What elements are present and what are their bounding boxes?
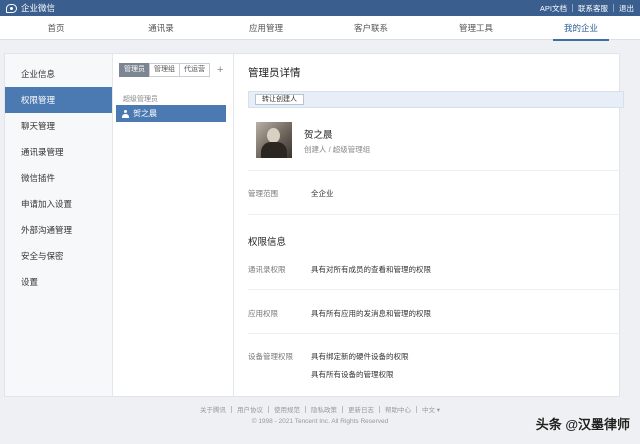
user-name: 贺之晨	[304, 130, 333, 141]
admin-detail: 管理员详情 转让创建人 贺之晨 创建人 / 超级管理组 管理范围 全企业 权限信…	[234, 54, 624, 396]
footer-link-user-agreement[interactable]: 用户协议	[237, 404, 263, 414]
divider	[341, 405, 343, 413]
action-bar: 转让创建人	[248, 91, 624, 108]
divider	[613, 4, 614, 12]
nav-home[interactable]: 首页	[26, 16, 86, 40]
sidebar-item-security[interactable]: 安全与保密	[5, 243, 112, 269]
user-icon	[122, 109, 129, 118]
nav-customer-contact[interactable]: 客户联系	[341, 16, 401, 40]
permissions-title: 权限信息	[248, 237, 287, 248]
device-permission-value-2: 具有所有设备的管理权限	[311, 370, 394, 379]
tab-admins[interactable]: 管理员	[119, 63, 150, 77]
tab-admin-groups[interactable]: 管理组	[149, 63, 180, 77]
user-role: 创建人 / 超级管理组	[304, 145, 371, 154]
scope-value: 全企业	[311, 189, 334, 198]
admin-list-item[interactable]: 贺之晨	[116, 105, 226, 122]
device-permission-value-1: 具有绑定新的硬件设备的权限	[311, 352, 409, 361]
scope-label: 管理范围	[248, 189, 278, 198]
nav-management-tools[interactable]: 管理工具	[446, 16, 506, 40]
footer-link-help[interactable]: 帮助中心	[385, 404, 411, 414]
logout-link[interactable]: 退出	[619, 3, 634, 14]
nav-contacts[interactable]: 通讯录	[131, 16, 191, 40]
top-bar: 企业微信 API文档 联系客服 退出	[0, 0, 640, 16]
divider	[304, 405, 306, 413]
footer-link-usage-rules[interactable]: 使用规范	[274, 404, 300, 414]
divider	[415, 405, 417, 413]
device-permission-label: 设备管理权限	[248, 352, 293, 361]
tab-operators[interactable]: 代运营	[179, 63, 210, 77]
main-nav: 首页 通讯录 应用管理 客户联系 管理工具 我的企业	[0, 16, 640, 41]
main-panel: 企业信息 权限管理 聊天管理 通讯录管理 微信插件 申请加入设置 外部沟通管理 …	[4, 53, 624, 397]
divider	[248, 214, 624, 215]
app-title: 企业微信	[21, 3, 56, 13]
sidebar-item-external-communication[interactable]: 外部沟通管理	[5, 217, 112, 243]
footer-links: 关于腾讯 用户协议 使用规范 隐私政策 更新日志 帮助中心 中文 ▾	[0, 404, 640, 414]
divider	[248, 333, 624, 334]
brand[interactable]: 企业微信	[6, 2, 55, 14]
sidebar-item-permissions[interactable]: 权限管理	[5, 87, 112, 113]
divider	[267, 405, 269, 413]
top-links: API文档 联系客服 退出	[540, 3, 634, 14]
api-docs-link[interactable]: API文档	[540, 3, 567, 14]
sidebar-item-contacts-management[interactable]: 通讯录管理	[5, 139, 112, 165]
nav-app-management[interactable]: 应用管理	[236, 16, 296, 40]
sidebar-item-settings[interactable]: 设置	[5, 269, 112, 295]
admin-name: 贺之晨	[133, 109, 157, 118]
wecom-logo-icon	[6, 3, 17, 13]
footer-link-changelog[interactable]: 更新日志	[348, 404, 374, 414]
admin-tabs: 管理员 管理组 代运营 +	[119, 63, 223, 77]
admin-list-column: 管理员 管理组 代运营 + 超级管理员 贺之晨	[113, 54, 234, 396]
contacts-permission-label: 通讯录权限	[248, 265, 286, 274]
watermark: 头条 @汉墨律师	[535, 417, 630, 432]
divider	[378, 405, 380, 413]
page-title: 管理员详情	[248, 67, 301, 79]
add-icon[interactable]: +	[217, 64, 223, 76]
nav-my-enterprise[interactable]: 我的企业	[551, 16, 611, 41]
avatar	[256, 122, 292, 158]
sidebar-item-join-settings[interactable]: 申请加入设置	[5, 191, 112, 217]
contact-support-link[interactable]: 联系客服	[578, 3, 608, 14]
language-select[interactable]: 中文 ▾	[422, 404, 440, 414]
transfer-creator-button[interactable]: 转让创建人	[255, 94, 304, 105]
group-label-super-admin: 超级管理员	[123, 96, 158, 103]
contacts-permission-value: 具有对所有成员的查看和管理的权限	[311, 265, 431, 274]
app-permission-label: 应用权限	[248, 309, 278, 318]
sidebar: 企业信息 权限管理 聊天管理 通讯录管理 微信插件 申请加入设置 外部沟通管理 …	[5, 54, 113, 396]
sidebar-item-enterprise-info[interactable]: 企业信息	[5, 61, 112, 87]
footer-link-about[interactable]: 关于腾讯	[200, 404, 226, 414]
divider	[230, 405, 232, 413]
sidebar-item-chat-management[interactable]: 聊天管理	[5, 113, 112, 139]
app-permission-value: 具有所有应用的发消息和管理的权限	[311, 309, 431, 318]
divider	[248, 289, 624, 290]
divider	[248, 170, 624, 171]
divider	[572, 4, 573, 12]
sidebar-item-wechat-plugin[interactable]: 微信插件	[5, 165, 112, 191]
footer-link-privacy[interactable]: 隐私政策	[311, 404, 337, 414]
